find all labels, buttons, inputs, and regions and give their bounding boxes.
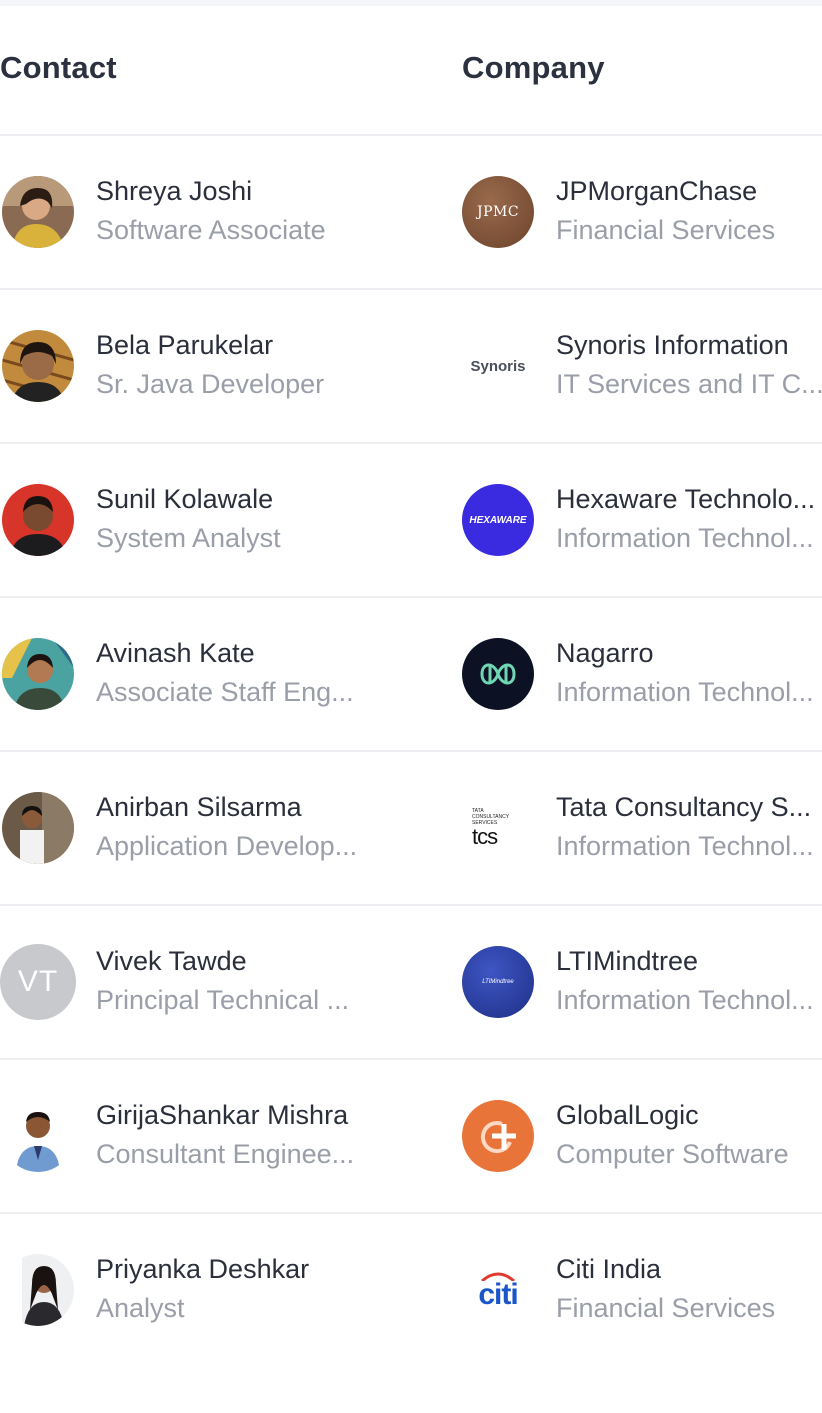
table-row[interactable]: Priyanka Deshkar Analyst citi Citi India… <box>0 1214 822 1366</box>
table-header: Contact Company <box>0 6 822 136</box>
company-name[interactable]: JPMorganChase <box>556 176 757 207</box>
globallogic-logo-icon[interactable] <box>462 1100 534 1172</box>
logo-text: Synoris <box>470 357 526 375</box>
contact-name[interactable]: Sunil Kolawale <box>96 484 273 515</box>
contact-name[interactable]: Priyanka Deshkar <box>96 1254 309 1285</box>
contact-title: Application Develop... <box>96 831 358 861</box>
company-name[interactable]: Nagarro <box>556 638 654 669</box>
synoris-logo-icon[interactable]: Synoris <box>462 330 534 402</box>
contact-name[interactable]: GirijaShankar Mishra <box>96 1100 348 1131</box>
company-industry: IT Services and IT C... <box>556 369 822 399</box>
contact-avatar[interactable] <box>2 1100 74 1172</box>
company-name[interactable]: Citi India <box>556 1254 661 1285</box>
company-industry: Financial Services <box>556 1293 776 1323</box>
logo-text: citi <box>478 1278 518 1311</box>
table-row[interactable]: Anirban Silsarma Application Develop... … <box>0 752 822 906</box>
logo-text: LTIMindtree <box>482 979 514 985</box>
column-header-company[interactable]: Company <box>462 50 605 86</box>
table-row[interactable]: Bela Parukelar Sr. Java Developer Synori… <box>0 290 822 444</box>
contact-title: System Analyst <box>96 523 281 553</box>
contact-title: Software Associate <box>96 215 326 245</box>
logo-text: JPMC <box>476 204 520 220</box>
company-name[interactable]: LTIMindtree <box>556 946 698 977</box>
company-name[interactable]: Hexaware Technolo... <box>556 484 815 515</box>
company-industry: Information Technol... <box>556 677 814 707</box>
jpmc-logo-icon[interactable]: JPMC <box>462 176 534 248</box>
contact-name[interactable]: Avinash Kate <box>96 638 255 669</box>
table-row[interactable]: VT Vivek Tawde Principal Technical ... L… <box>0 906 822 1060</box>
nagarro-logo-icon[interactable] <box>462 638 534 710</box>
table-row[interactable]: Shreya Joshi Software Associate JPMC JPM… <box>0 136 822 290</box>
company-industry: Information Technol... <box>556 831 814 861</box>
contact-avatar[interactable] <box>2 1254 74 1326</box>
table-row[interactable]: Sunil Kolawale System Analyst HEXAWARE H… <box>0 444 822 598</box>
contact-avatar[interactable] <box>2 484 74 556</box>
logo-mark: tcs <box>472 824 498 849</box>
company-industry: Computer Software <box>556 1139 789 1169</box>
table-row[interactable]: Avinash Kate Associate Staff Eng... Naga… <box>0 598 822 752</box>
column-header-contact[interactable]: Contact <box>0 50 117 86</box>
company-industry: Financial Services <box>556 215 776 245</box>
contact-title: Sr. Java Developer <box>96 369 325 399</box>
contact-name[interactable]: Vivek Tawde <box>96 946 247 977</box>
contact-avatar-initials[interactable]: VT <box>0 944 76 1020</box>
ltimindtree-logo-icon[interactable]: LTIMindtree <box>462 946 534 1018</box>
citi-logo-icon[interactable]: citi <box>462 1254 534 1326</box>
contact-avatar[interactable] <box>2 176 74 248</box>
company-name[interactable]: Tata Consultancy S... <box>556 792 811 823</box>
contact-name[interactable]: Bela Parukelar <box>96 330 273 361</box>
contact-avatar[interactable] <box>2 638 74 710</box>
table-row[interactable]: GirijaShankar Mishra Consultant Enginee.… <box>0 1060 822 1214</box>
contact-avatar[interactable] <box>2 792 74 864</box>
logo-text: HEXAWARE <box>469 514 527 526</box>
contact-title: Consultant Enginee... <box>96 1139 355 1169</box>
company-name[interactable]: Synoris Information <box>556 330 789 361</box>
contact-title: Associate Staff Eng... <box>96 677 354 707</box>
nagarro-mark-icon <box>480 663 516 685</box>
contact-name[interactable]: Shreya Joshi <box>96 176 252 207</box>
hexaware-logo-icon[interactable]: HEXAWARE <box>462 484 534 556</box>
contact-title: Analyst <box>96 1293 185 1323</box>
contact-avatar[interactable] <box>2 330 74 402</box>
company-name[interactable]: GlobalLogic <box>556 1100 699 1131</box>
tcs-logo-icon[interactable]: TATA CONSULTANCY SERVICES tcs <box>462 792 534 864</box>
contacts-table-body: Shreya Joshi Software Associate JPMC JPM… <box>0 136 822 1366</box>
company-industry: Information Technol... <box>556 985 814 1015</box>
company-industry: Information Technol... <box>556 523 814 553</box>
globallogic-mark-icon <box>480 1121 516 1153</box>
contact-name[interactable]: Anirban Silsarma <box>96 792 302 823</box>
contact-title: Principal Technical ... <box>96 985 350 1015</box>
